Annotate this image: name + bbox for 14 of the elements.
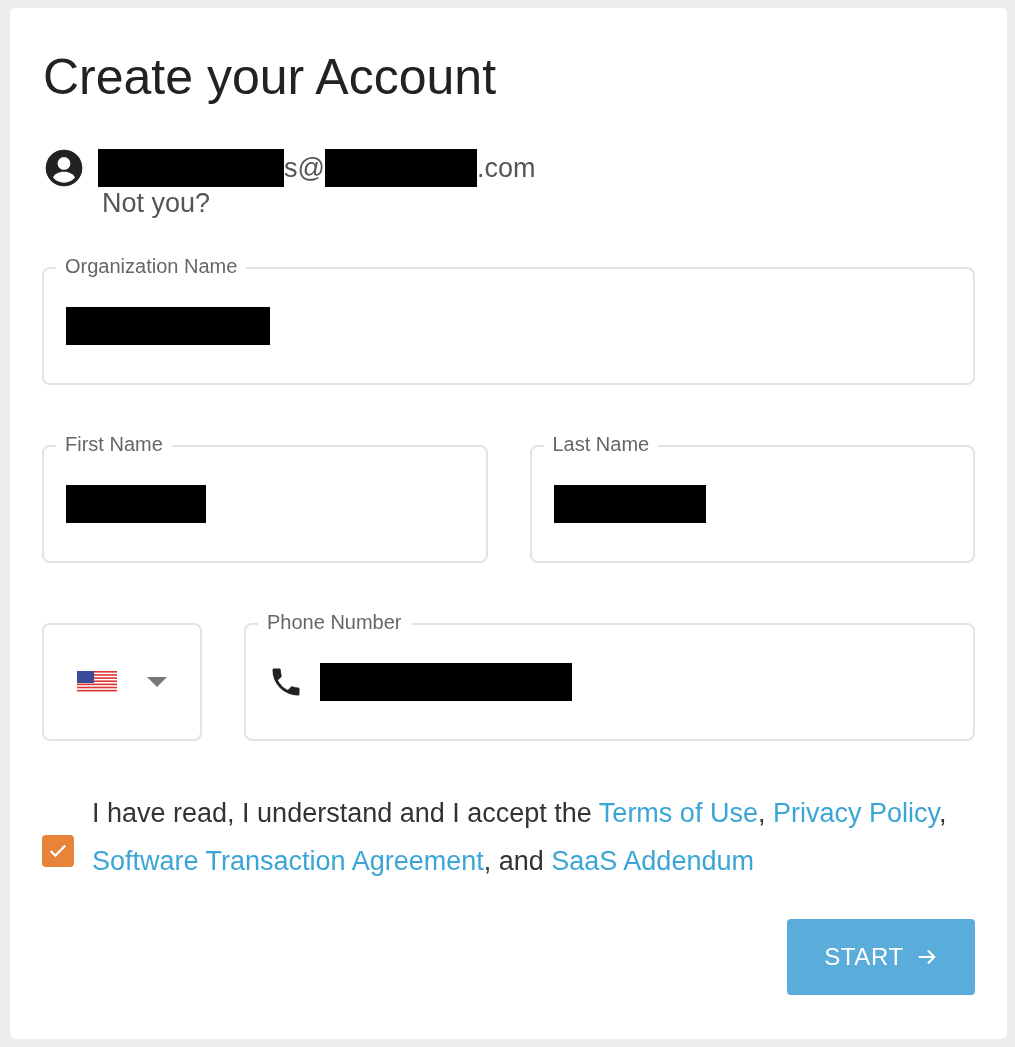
flag-icon: [77, 671, 117, 693]
not-you-link[interactable]: Not you?: [102, 190, 211, 217]
terms-link[interactable]: Privacy Policy: [772, 798, 939, 828]
email-text: .com: [476, 151, 536, 185]
terms-link[interactable]: SaaS Addendum: [551, 846, 754, 876]
start-button[interactable]: START: [787, 919, 975, 995]
page-title: Create your Account: [43, 52, 498, 102]
terms-checkbox[interactable]: [42, 835, 74, 867]
caret-icon: [147, 677, 167, 687]
country-select[interactable]: [42, 623, 202, 741]
terms-link[interactable]: Software Transaction Agreement: [92, 846, 484, 876]
terms-link[interactable]: Terms of Use: [598, 798, 758, 828]
email-text: s@: [284, 151, 325, 185]
terms-text: I have read, I understand and I accept the Terms of Use, Privacy Policy, Software Transaction Agreement, and SaaS Addendum: [92, 797, 948, 878]
